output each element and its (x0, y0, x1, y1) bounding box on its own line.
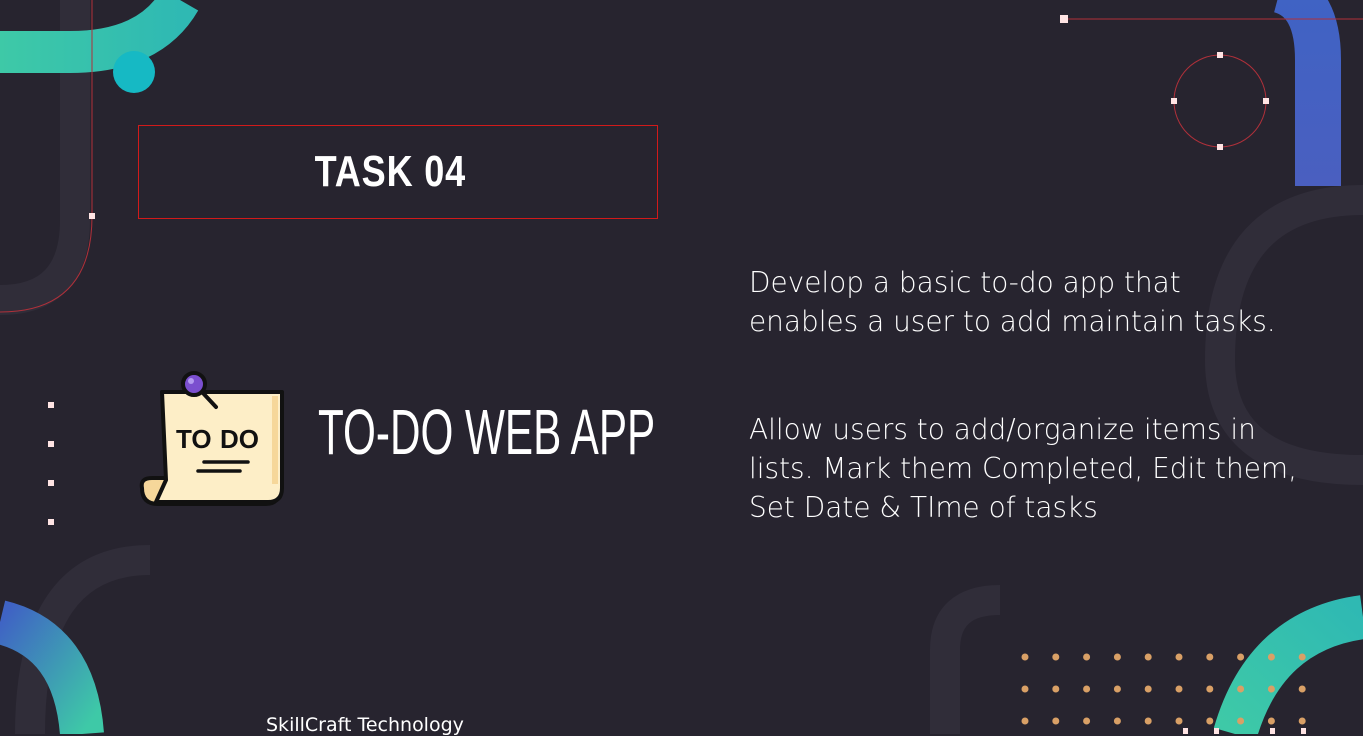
todo-note-icon: TO DO (139, 371, 284, 506)
task-header-box: TASK 04 (138, 125, 658, 219)
grid-dot (1298, 653, 1306, 661)
grid-dot (1298, 717, 1306, 725)
grid-dot (1083, 685, 1091, 693)
grid-dot (1021, 717, 1029, 725)
teal-arc-bottom-right (1213, 595, 1363, 734)
teal-dot (113, 51, 155, 93)
grid-dot (1175, 717, 1183, 725)
grid-dot (1113, 717, 1121, 725)
grid-dot (1267, 717, 1275, 725)
grid-dot (1052, 717, 1060, 725)
app-title: TO-DO WEB APP (318, 396, 656, 468)
grid-dot (1052, 685, 1060, 693)
description-paragraph-1: Develop a basic to-do app that enables a… (749, 266, 1276, 338)
note-text-do: DO (220, 424, 259, 454)
grid-dot (1021, 653, 1029, 661)
grid-dot (1267, 653, 1275, 661)
grid-dot (1052, 653, 1060, 661)
grid-dot (1144, 717, 1152, 725)
blue-arc-top-right (1272, 0, 1341, 186)
left-dot-column (48, 402, 54, 525)
grid-dot (1206, 685, 1214, 693)
grid-dot (1175, 653, 1183, 661)
grid-dot (1021, 685, 1029, 693)
footer-company-name: SkillCraft Technology (266, 714, 464, 736)
marker-square (89, 213, 95, 219)
grid-dot (1175, 685, 1183, 693)
grid-dot (1206, 717, 1214, 725)
grid-dot (1113, 653, 1121, 661)
grid-dot (1237, 717, 1245, 725)
background-decorations (0, 0, 1363, 734)
marker-squares (1060, 15, 1269, 150)
grid-dot (1083, 717, 1091, 725)
grid-dot (1083, 653, 1091, 661)
faint-tube-shapes (0, 0, 1363, 734)
grid-dot (1206, 653, 1214, 661)
description-paragraph-2: Allow users to add/organize items in lis… (749, 413, 1297, 524)
grid-dot (1237, 653, 1245, 661)
grid-dot (1298, 685, 1306, 693)
grid-dot (1237, 685, 1245, 693)
note-text-to: TO (176, 424, 212, 454)
grid-dot (1113, 685, 1121, 693)
grid-dot (1267, 685, 1275, 693)
task-label: TASK 04 (314, 147, 466, 196)
grid-dot (1144, 653, 1152, 661)
grid-dot (1144, 685, 1152, 693)
